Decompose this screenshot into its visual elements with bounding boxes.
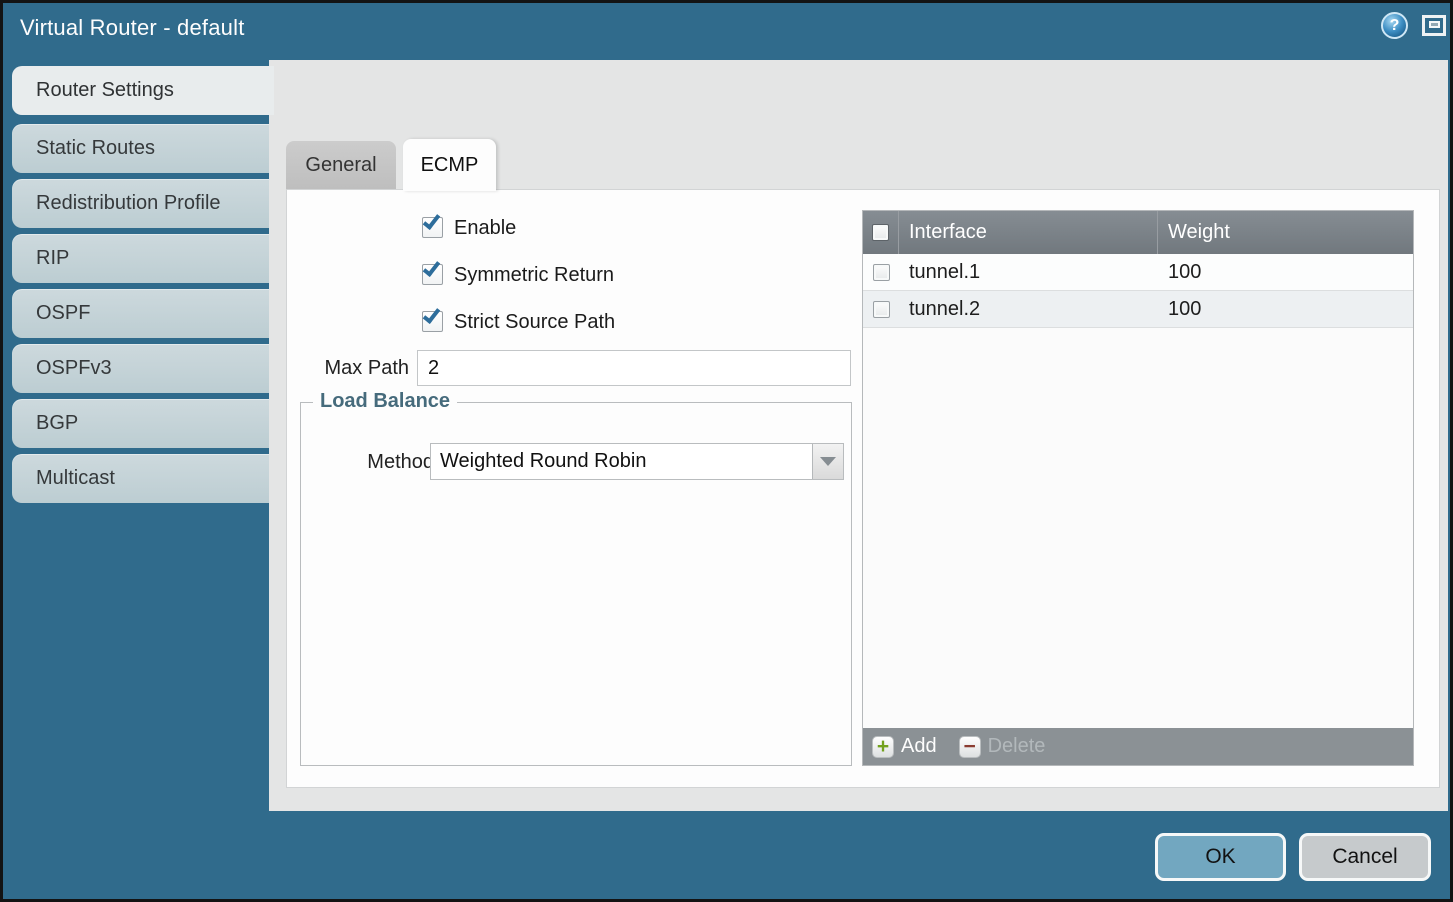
checkmark-icon <box>423 211 441 230</box>
weight-cell: 100 <box>1158 261 1413 284</box>
row-checkbox-cell <box>863 301 899 318</box>
dialog-title: Virtual Router - default <box>20 15 245 41</box>
row-checkbox[interactable] <box>873 264 890 281</box>
sidebar-item-label: OSPFv3 <box>36 357 112 380</box>
sidebar-item-label: Multicast <box>36 467 115 490</box>
tab-label: General <box>305 154 376 177</box>
symmetric-return-label: Symmetric Return <box>454 264 614 287</box>
tab-label: ECMP <box>421 154 479 177</box>
sidebar-item-label: Static Routes <box>36 137 155 160</box>
ok-button[interactable]: OK <box>1155 833 1286 881</box>
window-restore-icon[interactable] <box>1422 15 1446 36</box>
sidebar-item-redistribution-profile[interactable]: Redistribution Profile <box>12 179 269 228</box>
load-balance-legend: Load Balance <box>313 390 457 413</box>
sidebar-item-label: Router Settings <box>36 79 174 102</box>
checkmark-icon <box>423 305 441 324</box>
chevron-down-icon <box>820 457 836 466</box>
method-label: Method <box>334 451 434 474</box>
weight-cell: 100 <box>1158 298 1413 321</box>
table-row[interactable]: tunnel.1 100 <box>863 254 1413 291</box>
max-path-input[interactable] <box>417 350 851 386</box>
interface-cell: tunnel.2 <box>899 298 1158 321</box>
row-checkbox[interactable] <box>873 301 890 318</box>
minus-icon: − <box>959 736 981 758</box>
ok-button-label: OK <box>1205 845 1235 869</box>
interface-column-header: Interface <box>899 211 1158 254</box>
sidebar-item-ospfv3[interactable]: OSPFv3 <box>12 344 269 393</box>
plus-icon: + <box>872 736 894 758</box>
method-selected-value: Weighted Round Robin <box>440 450 646 473</box>
sidebar-item-label: Redistribution Profile <box>36 192 221 215</box>
enable-label: Enable <box>454 217 516 240</box>
delete-button-label: Delete <box>988 735 1046 758</box>
virtual-router-dialog: Virtual Router - default ? Router Settin… <box>0 0 1453 902</box>
header-checkbox-cell <box>863 211 899 254</box>
table-header: Interface Weight <box>863 211 1413 254</box>
checkmark-icon <box>423 258 441 277</box>
cancel-button-label: Cancel <box>1332 845 1397 869</box>
load-balance-fieldset: Load Balance Method Weighted Round Robin <box>300 402 852 766</box>
sidebar-item-label: BGP <box>36 412 78 435</box>
weight-column-header: Weight <box>1158 211 1413 254</box>
tab-general[interactable]: General <box>286 141 396 189</box>
max-path-label: Max Path <box>307 357 409 380</box>
add-button-label: Add <box>901 735 937 758</box>
ecmp-panel: Enable Symmetric Return Strict Source Pa… <box>286 189 1440 788</box>
method-dropdown[interactable]: Weighted Round Robin <box>430 443 844 480</box>
sidebar-item-multicast[interactable]: Multicast <box>12 454 269 503</box>
sidebar-item-ospf[interactable]: OSPF <box>12 289 269 338</box>
sidebar-item-static-routes[interactable]: Static Routes <box>12 124 269 173</box>
row-checkbox-cell <box>863 264 899 281</box>
sidebar-item-bgp[interactable]: BGP <box>12 399 269 448</box>
select-all-checkbox[interactable] <box>872 224 889 241</box>
delete-button[interactable]: − Delete <box>959 735 1046 758</box>
symmetric-return-checkbox[interactable] <box>422 264 443 285</box>
cancel-button[interactable]: Cancel <box>1299 833 1431 881</box>
strict-source-path-checkbox[interactable] <box>422 311 443 332</box>
dropdown-button[interactable] <box>812 444 843 479</box>
sidebar-item-rip[interactable]: RIP <box>12 234 269 283</box>
tab-ecmp[interactable]: ECMP <box>403 139 496 191</box>
sidebar-item-label: OSPF <box>36 302 90 325</box>
restore-inner-rect <box>1429 21 1440 28</box>
interface-cell: tunnel.1 <box>899 261 1158 284</box>
table-row[interactable]: tunnel.2 100 <box>863 291 1413 328</box>
sidebar-item-router-settings[interactable]: Router Settings <box>12 66 274 115</box>
add-button[interactable]: + Add <box>872 735 937 758</box>
interface-table: Interface Weight tunnel.1 100 tunnel.2 1… <box>862 210 1414 766</box>
table-toolbar: + Add − Delete <box>863 728 1413 765</box>
sidebar-item-label: RIP <box>36 247 69 270</box>
strict-source-path-label: Strict Source Path <box>454 311 615 334</box>
help-icon[interactable]: ? <box>1381 12 1408 39</box>
enable-checkbox[interactable] <box>422 217 443 238</box>
